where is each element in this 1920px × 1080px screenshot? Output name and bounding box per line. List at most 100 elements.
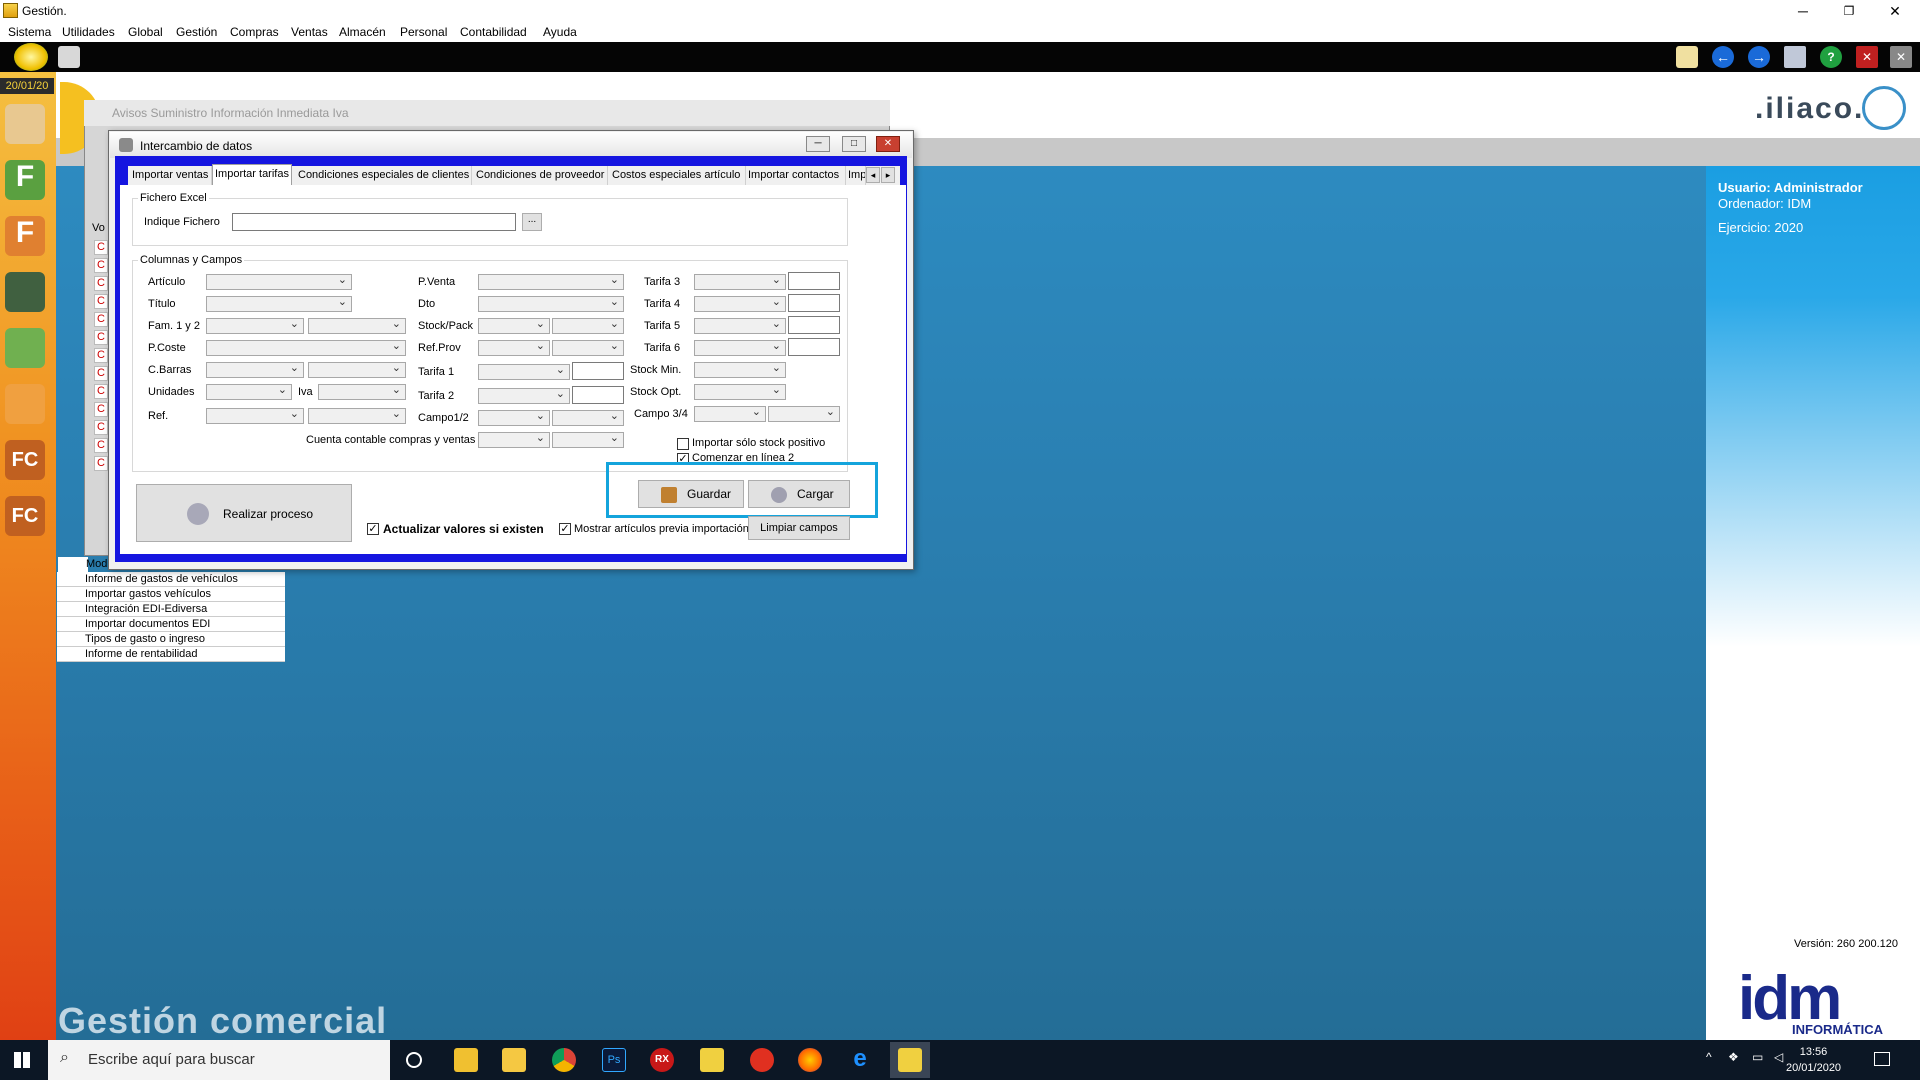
bag-orange-icon[interactable]	[5, 384, 45, 424]
tab-scroll-right-button[interactable]: ▸	[881, 167, 895, 183]
cbarras2-select[interactable]	[308, 361, 406, 378]
taskbar-clock[interactable]: 13:56 20/01/2020	[1786, 1044, 1841, 1076]
list-item[interactable]: Informe de gastos de vehículos	[57, 572, 285, 587]
tab-scroll-left-button[interactable]: ◂	[866, 167, 880, 183]
windows-icon[interactable]	[1784, 46, 1806, 68]
articulo-select[interactable]	[206, 273, 352, 290]
list-item-mark[interactable]: C	[94, 348, 108, 363]
list-item-mark[interactable]: C	[94, 384, 108, 399]
home-icon[interactable]	[14, 43, 48, 71]
menu-personal[interactable]: Personal	[400, 25, 447, 39]
campo2-select[interactable]	[552, 409, 624, 426]
pventa-select[interactable]	[478, 273, 624, 290]
bag-green-icon[interactable]	[5, 328, 45, 368]
list-item[interactable]: Integración EDI-Ediversa	[57, 602, 285, 617]
tarifa2-input[interactable]	[572, 386, 624, 404]
taskbar-active-app[interactable]	[890, 1042, 930, 1078]
menu-ventas[interactable]: Ventas	[291, 25, 328, 39]
refprov1-select[interactable]	[478, 339, 550, 356]
titulo-select[interactable]	[206, 295, 352, 312]
stockopt-select[interactable]	[694, 383, 786, 400]
taskbar-rx-icon[interactable]: RX	[650, 1048, 674, 1072]
browse-button[interactable]: ...	[522, 213, 542, 231]
taskbar-folder-icon[interactable]	[502, 1048, 526, 1072]
notifications-icon[interactable]	[1874, 1052, 1890, 1066]
taskbar-firefox-icon[interactable]	[798, 1048, 822, 1072]
list-item-mark[interactable]: C	[94, 294, 108, 309]
print-icon[interactable]	[58, 46, 80, 68]
taskbar-gestion-icon[interactable]	[700, 1048, 724, 1072]
tray-volume-icon[interactable]: ◁	[1774, 1050, 1783, 1064]
menu-almacen[interactable]: Almacén	[339, 25, 386, 39]
list-item-mark[interactable]: C	[94, 402, 108, 417]
cbarras1-select[interactable]	[206, 361, 304, 378]
tab-importar-contactos[interactable]: Importar contactos	[746, 166, 846, 185]
tab-costos-especiales[interactable]: Costos especiales artículo	[610, 166, 746, 185]
campo1-select[interactable]	[478, 409, 550, 426]
tarifa3-input[interactable]	[788, 272, 840, 290]
menu-contabilidad[interactable]: Contabilidad	[460, 25, 527, 39]
menu-compras[interactable]: Compras	[230, 25, 279, 39]
ledger-icon[interactable]	[5, 272, 45, 312]
close-all-icon[interactable]: ✕	[1856, 46, 1878, 68]
list-item-mark[interactable]: C	[94, 258, 108, 273]
tab-condiciones-clientes[interactable]: Condiciones especiales de clientes	[296, 166, 472, 185]
tarifa4-select[interactable]	[694, 295, 786, 312]
tab-condiciones-proveedor[interactable]: Condiciones de proveedor	[474, 166, 608, 185]
menu-ayuda[interactable]: Ayuda	[543, 25, 577, 39]
help-icon[interactable]: ?	[1820, 46, 1842, 68]
tarifa4-input[interactable]	[788, 294, 840, 312]
invoice-purchase-icon[interactable]: F	[5, 216, 45, 256]
forward-icon[interactable]: →	[1748, 46, 1770, 68]
stockmin-select[interactable]	[694, 361, 786, 378]
iva-select[interactable]	[318, 383, 406, 400]
list-item[interactable]: Informe de rentabilidad	[57, 647, 285, 662]
tarifa5-input[interactable]	[788, 316, 840, 334]
tarifa5-select[interactable]	[694, 317, 786, 334]
menu-gestion[interactable]: Gestión	[176, 25, 217, 39]
familia1-select[interactable]	[206, 317, 304, 334]
menu-utilidades[interactable]: Utilidades	[62, 25, 115, 39]
taskbar-mail-app-icon[interactable]	[454, 1048, 478, 1072]
cuenta-ventas-select[interactable]	[552, 431, 624, 448]
close-button[interactable]: ✕	[1872, 0, 1918, 22]
fc-sales-icon[interactable]: FC	[5, 440, 45, 480]
windows-start-icon[interactable]	[14, 1052, 30, 1068]
tray-dropbox-icon[interactable]: ❖	[1728, 1050, 1739, 1064]
list-item-mark[interactable]: C	[94, 312, 108, 327]
pack-select[interactable]	[552, 317, 624, 334]
tab-more[interactable]: Imp	[846, 166, 866, 185]
tray-network-icon[interactable]: ▭	[1752, 1050, 1763, 1064]
taskbar-search[interactable]: ⌕ Escribe aquí para buscar	[48, 1040, 390, 1080]
refprov2-select[interactable]	[552, 339, 624, 356]
tarifa1-select[interactable]	[478, 363, 570, 380]
dto-select[interactable]	[478, 295, 624, 312]
taskbar-chrome-icon[interactable]	[552, 1048, 576, 1072]
tab-importar-tarifas[interactable]: Importar tarifas	[212, 164, 292, 185]
realizar-proceso-button[interactable]: Realizar proceso	[136, 484, 352, 542]
familia2-select[interactable]	[308, 317, 406, 334]
task-view-icon[interactable]	[406, 1052, 422, 1068]
menu-global[interactable]: Global	[128, 25, 163, 39]
back-icon[interactable]: ←	[1712, 46, 1734, 68]
fichero-input[interactable]	[232, 213, 516, 231]
tray-chevron-icon[interactable]: ^	[1706, 1050, 1712, 1064]
minimize-button[interactable]: ─	[1780, 0, 1826, 22]
fc-purchase-icon[interactable]: FC	[5, 496, 45, 536]
exit-icon[interactable]: ✕	[1890, 46, 1912, 68]
list-item-mark[interactable]: C	[94, 438, 108, 453]
ref1-select[interactable]	[206, 407, 304, 424]
list-item-mark[interactable]: C	[94, 330, 108, 345]
tarifa1-input[interactable]	[572, 362, 624, 380]
tarifa2-select[interactable]	[478, 387, 570, 404]
dialog-minimize-button[interactable]: ─	[806, 136, 830, 152]
campo3-select[interactable]	[694, 405, 766, 422]
actualizar-checkbox[interactable]: ✓	[367, 523, 379, 535]
list-item-mark[interactable]: C	[94, 276, 108, 291]
campo4-select[interactable]	[768, 405, 840, 422]
list-item-mark[interactable]: C	[94, 240, 108, 255]
stock-select[interactable]	[478, 317, 550, 334]
cuenta-compras-select[interactable]	[478, 431, 550, 448]
limpiar-campos-button[interactable]: Limpiar campos	[748, 516, 850, 540]
invoice-icon[interactable]: F	[5, 160, 45, 200]
